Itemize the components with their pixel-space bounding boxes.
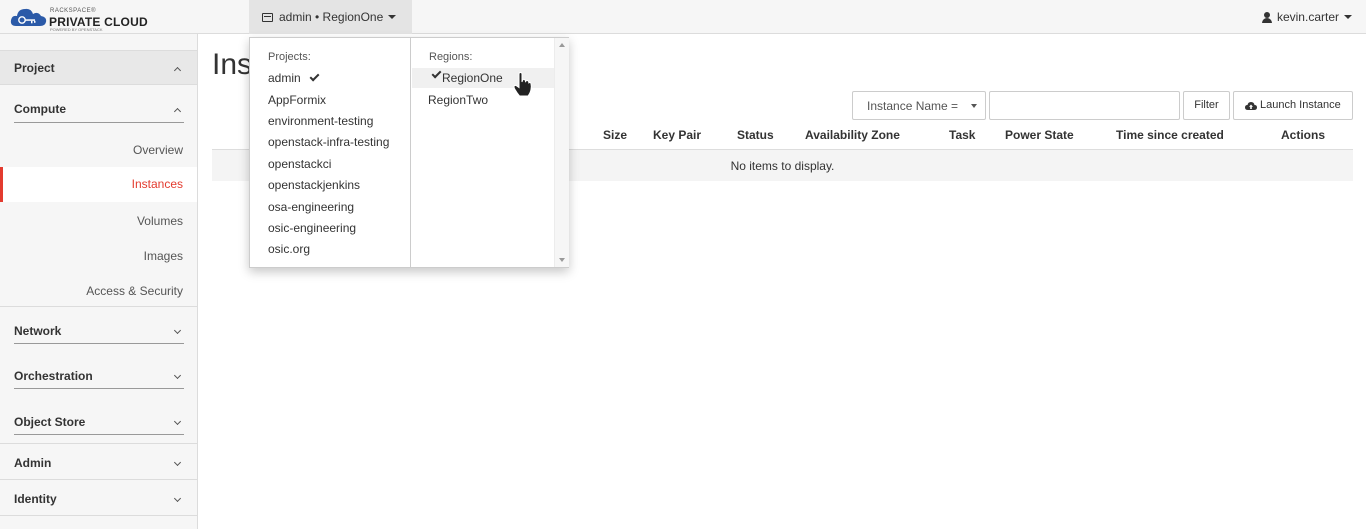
column-header-size[interactable]: Size [603, 128, 627, 142]
cloud-upload-icon [1245, 102, 1257, 110]
regions-label: Regions: [429, 51, 473, 63]
column-header-key-pair[interactable]: Key Pair [653, 128, 701, 142]
sidebar-compute[interactable]: Compute [14, 102, 184, 116]
filter-button[interactable]: Filter [1183, 91, 1230, 120]
sidebar-network-label: Network [14, 324, 62, 338]
select-arrow-icon [971, 104, 977, 108]
launch-instance-button[interactable]: Launch Instance [1233, 91, 1353, 120]
column-header-time-since-created[interactable]: Time since created [1116, 128, 1224, 142]
context-label: admin • RegionOne [279, 10, 384, 24]
context-switcher-button[interactable]: admin • RegionOne [249, 0, 412, 34]
brand-small-text: RACKSPACE® [50, 8, 96, 14]
hand-cursor-icon [513, 72, 532, 97]
project-item-osic-org[interactable]: osic.org [268, 242, 310, 256]
sidebar-orchestration[interactable]: Orchestration [14, 369, 184, 383]
user-name: kevin.carter [1276, 10, 1339, 24]
dropdown-divider [410, 38, 411, 267]
sidebar-orchestration-label: Orchestration [14, 369, 93, 383]
cloud-logo-icon [10, 8, 47, 26]
sidebar-item-access-security[interactable]: Access & Security [86, 284, 183, 298]
chevron-up-icon [173, 107, 182, 116]
caret-down-icon [388, 15, 397, 19]
filter-input[interactable] [989, 91, 1180, 120]
column-header-actions: Actions [1281, 128, 1326, 142]
sidebar-item-overview[interactable]: Overview [133, 143, 183, 157]
launch-instance-label: Launch Instance [1260, 99, 1341, 111]
sidebar-item-images[interactable]: Images [144, 249, 183, 263]
top-navbar: RACKSPACE® PRIVATE CLOUD POWERED BY OPEN… [0, 0, 1366, 34]
sidebar-item-instances[interactable]: Instances [0, 167, 197, 202]
checkmark-icon [431, 68, 442, 79]
sidebar-project-label: Project [14, 61, 55, 75]
sidebar: Project Compute Overview Instances Volum… [0, 34, 198, 529]
scroll-up-arrow-icon[interactable] [559, 43, 565, 47]
filter-field-label: Instance Name = [867, 99, 959, 113]
project-item-environment-testing[interactable]: environment-testing [268, 114, 373, 128]
sidebar-compute-label: Compute [14, 102, 66, 116]
sidebar-object-store-label: Object Store [14, 415, 86, 429]
chevron-down-icon [173, 417, 182, 426]
project-item-osa-engineering[interactable]: osa-engineering [268, 200, 354, 214]
filter-field-select[interactable]: Instance Name = [852, 91, 986, 120]
project-item-openstackjenkins[interactable]: openstackjenkins [268, 178, 360, 192]
checkmark-icon [309, 71, 320, 82]
column-header-availability-zone[interactable]: Availability Zone [805, 128, 900, 142]
project-item-appformix[interactable]: AppFormix [268, 93, 326, 107]
sidebar-admin[interactable]: Admin [14, 456, 184, 470]
user-icon [1261, 11, 1272, 23]
scroll-down-arrow-icon[interactable] [559, 258, 565, 262]
region-item-label: RegionOne [442, 71, 503, 85]
chevron-down-icon [173, 326, 182, 335]
rackspace-logo[interactable]: RACKSPACE® PRIVATE CLOUD POWERED BY OPEN… [10, 4, 150, 32]
user-menu-button[interactable]: kevin.carter [1261, 10, 1352, 24]
project-icon [262, 12, 273, 22]
sidebar-object-store[interactable]: Object Store [14, 415, 184, 429]
column-header-task[interactable]: Task [949, 128, 975, 142]
page-title: Ins [212, 48, 253, 81]
project-item-openstack-infra-testing[interactable]: openstack-infra-testing [268, 135, 389, 149]
sidebar-item-instances-label: Instances [131, 177, 183, 191]
caret-down-icon [1344, 15, 1352, 19]
project-item-openstackci[interactable]: openstackci [268, 157, 331, 171]
dropdown-scrollbar[interactable] [554, 38, 569, 267]
project-item-osic-engineering[interactable]: osic-engineering [268, 221, 356, 235]
sidebar-identity[interactable]: Identity [14, 492, 184, 506]
sidebar-network[interactable]: Network [14, 324, 184, 338]
column-header-power-state[interactable]: Power State [1005, 128, 1074, 142]
sidebar-identity-label: Identity [14, 492, 57, 506]
project-item-admin[interactable]: admin [268, 71, 320, 85]
projects-label: Projects: [268, 51, 311, 63]
chevron-up-icon [173, 66, 182, 75]
sidebar-project[interactable]: Project [14, 61, 184, 75]
chevron-down-icon [173, 371, 182, 380]
region-item-label: RegionTwo [428, 93, 489, 107]
chevron-down-icon [173, 494, 182, 503]
sidebar-admin-label: Admin [14, 456, 52, 470]
project-item-label: admin [268, 71, 301, 85]
brand-powered-text: POWERED BY OPENSTACK [50, 27, 103, 32]
column-header-status[interactable]: Status [737, 128, 774, 142]
chevron-down-icon [173, 458, 182, 467]
sidebar-item-volumes[interactable]: Volumes [137, 214, 183, 228]
